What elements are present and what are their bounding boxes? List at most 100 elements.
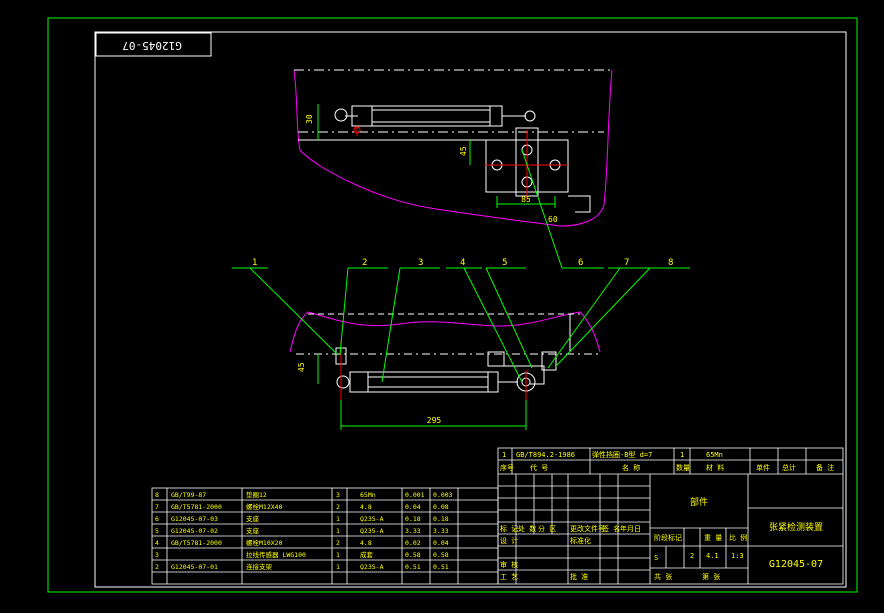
bom-cell-qty: 1 bbox=[336, 563, 340, 571]
sheet-label: 第 张 bbox=[702, 572, 720, 581]
callout-5: 5 bbox=[502, 258, 507, 268]
check-label: 审 核 bbox=[500, 560, 518, 569]
bom-cell-no: 8 bbox=[155, 491, 159, 499]
weight-label: 重 量 bbox=[704, 534, 722, 542]
bom-cell-no: 2 bbox=[155, 563, 159, 571]
bom-cell-code: GB/T99-87 bbox=[171, 491, 206, 499]
number-stamp-text: G12045-07 bbox=[122, 39, 182, 52]
bom-cell-code: GB/T5781-2000 bbox=[171, 503, 222, 511]
bom-top-code: GB/T894.2-1986 bbox=[516, 451, 575, 459]
dim-top-width: 85 bbox=[521, 195, 531, 204]
bom-cell-qty: 1 bbox=[336, 515, 340, 523]
bom-cell-unit: 0.18 bbox=[405, 515, 421, 523]
date-label: 年月日 bbox=[620, 524, 641, 533]
bom-cell-code: G12045-07-03 bbox=[171, 515, 218, 523]
count-label: 处 数 bbox=[518, 524, 536, 533]
drawing-title: 张紧检测装置 bbox=[769, 521, 823, 533]
bom-cell-total: 3.33 bbox=[433, 527, 449, 535]
scale-value: 1:3 bbox=[731, 552, 744, 560]
bom-cell-material: 4.8 bbox=[360, 539, 372, 547]
bom-header-code: 代 号 bbox=[530, 463, 548, 472]
bom-header-qty: 数量 bbox=[676, 463, 690, 472]
standard-label: 标准化 bbox=[570, 536, 591, 545]
bom-cell-material: 4.8 bbox=[360, 503, 372, 511]
bom-cell-total: 0.58 bbox=[433, 551, 449, 559]
bom-cell-unit: 0.02 bbox=[405, 539, 421, 547]
callout-8: 8 bbox=[668, 258, 673, 268]
sheet-count-value: 2 bbox=[690, 552, 694, 560]
bom-cell-total: 0.08 bbox=[433, 503, 449, 511]
bom-top-no: 1 bbox=[502, 451, 506, 459]
bom-cell-qty: 1 bbox=[336, 551, 340, 559]
bom-cell-qty: 2 bbox=[336, 539, 340, 547]
bom-cell-code: G12045-07-01 bbox=[171, 563, 218, 571]
bom-cell-total: 0.51 bbox=[433, 563, 449, 571]
change-doc-label: 更改文件号 bbox=[570, 524, 605, 533]
callout-1: 1 bbox=[252, 258, 257, 268]
weight-value: 4.1 bbox=[706, 552, 719, 560]
stage-label: 阶段标记 bbox=[654, 533, 682, 542]
bom-cell-material: Q235-A bbox=[360, 527, 384, 535]
bom-cell-total: 0.003 bbox=[433, 491, 453, 499]
bom-cell-name: 螺栓M12X40 bbox=[246, 502, 283, 511]
dim-top-angle: 60 bbox=[548, 215, 558, 224]
bom-cell-no: 3 bbox=[155, 551, 159, 559]
callout-3: 3 bbox=[418, 258, 423, 268]
dim-top-height: 30 bbox=[305, 114, 314, 124]
design-label: 设 计 bbox=[500, 536, 518, 545]
bom-top-name: 弹性挡圈-B型 d=7 bbox=[592, 450, 652, 459]
mark-label: 标 记 bbox=[500, 524, 518, 533]
dim-top-offset: 45 bbox=[459, 146, 468, 156]
bom-cell-name: 拉线传感器 LWG100 bbox=[246, 550, 306, 559]
bom-top-qty: 1 bbox=[680, 451, 684, 459]
stage-value: S bbox=[654, 554, 658, 562]
bom-cell-name: 螺栓M10X20 bbox=[246, 538, 283, 547]
bom-cell-total: 0.04 bbox=[433, 539, 449, 547]
dim-front-length: 295 bbox=[427, 416, 442, 425]
drawing-canvas: G12045-07 30 45 85 60 45 295 1 2 3 4 5 6… bbox=[0, 0, 884, 613]
scale-label: 比 例 bbox=[729, 533, 747, 542]
callout-2: 2 bbox=[362, 258, 367, 268]
callout-7: 7 bbox=[624, 258, 629, 268]
bom-cell-material: Q235-A bbox=[360, 563, 384, 571]
bom-cell-unit: 0.51 bbox=[405, 563, 421, 571]
bom-cell-unit: 3.33 bbox=[405, 527, 421, 535]
bom-cell-no: 4 bbox=[155, 539, 159, 547]
bom-cell-name: 连接支架 bbox=[246, 562, 273, 571]
bom-cell-name: 支座 bbox=[246, 526, 260, 535]
dim-front-height: 45 bbox=[297, 362, 306, 372]
process-label: 工 艺 bbox=[500, 573, 518, 581]
bom-cell-total: 0.18 bbox=[433, 515, 449, 523]
bom-header-material: 材 料 bbox=[706, 463, 724, 472]
bom-cell-qty: 2 bbox=[336, 503, 340, 511]
sign-label: 签 名 bbox=[602, 524, 620, 533]
drawing-number: G12045-07 bbox=[769, 559, 823, 570]
assembly-label: 部件 bbox=[690, 496, 708, 508]
callout-6: 6 bbox=[578, 258, 583, 268]
bom-cell-unit: 0.58 bbox=[405, 551, 421, 559]
bom-cell-code: G12045-07-02 bbox=[171, 527, 218, 535]
bom-header-unit: 单件 bbox=[756, 463, 770, 472]
approve-label: 批 准 bbox=[570, 572, 588, 581]
bom-cell-code: GB/T5781-2000 bbox=[171, 539, 222, 547]
bom-cell-qty: 3 bbox=[336, 491, 340, 499]
bom-cell-name: 支座 bbox=[246, 514, 260, 523]
bom-header-no: 序号 bbox=[500, 463, 514, 472]
bom-cell-no: 5 bbox=[155, 527, 159, 535]
bom-cell-unit: 0.001 bbox=[405, 491, 425, 499]
zone-label: 分 区 bbox=[538, 524, 556, 533]
bom-header-name: 名 称 bbox=[622, 463, 640, 472]
bom-cell-qty: 1 bbox=[336, 527, 340, 535]
bom-cell-name: 垫圈12 bbox=[246, 490, 267, 499]
bom-top-material: 65Mn bbox=[706, 451, 723, 459]
bom-header-total: 总计 bbox=[782, 463, 796, 472]
bom-cell-material: Q235-A bbox=[360, 515, 384, 523]
bom-cell-no: 6 bbox=[155, 515, 159, 523]
callout-4: 4 bbox=[460, 258, 465, 268]
bom-cell-unit: 0.04 bbox=[405, 503, 421, 511]
bom-cell-no: 7 bbox=[155, 503, 159, 511]
bom-cell-material: 65Mn bbox=[360, 491, 376, 499]
sheets-label: 共 张 bbox=[654, 572, 672, 581]
bom-header-remark: 备 注 bbox=[816, 463, 834, 472]
bom-cell-material: 成套 bbox=[360, 550, 374, 559]
